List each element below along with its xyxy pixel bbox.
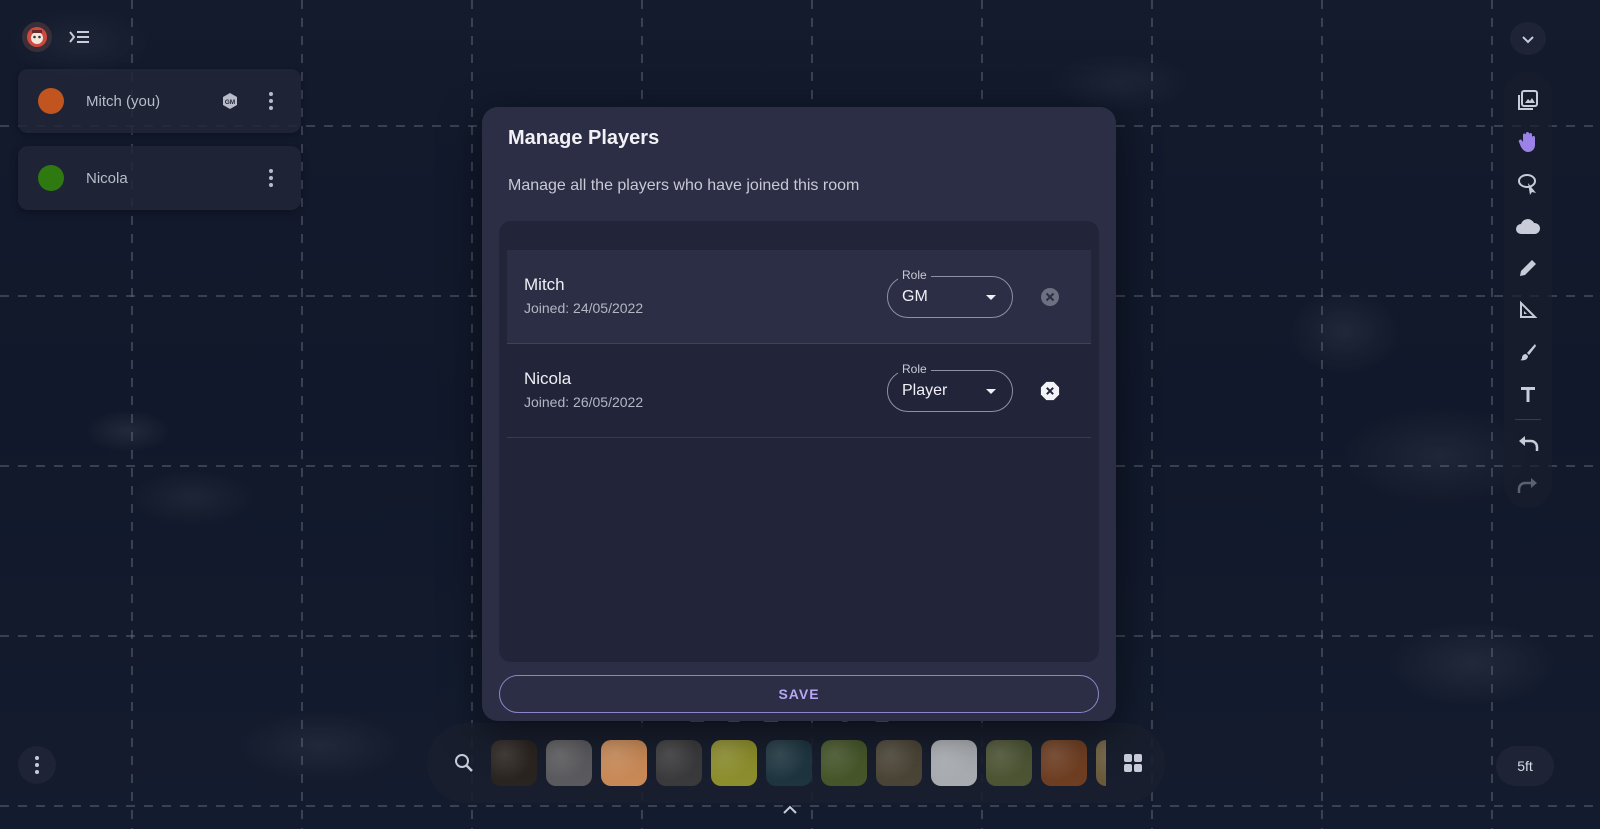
remove-player-icon <box>1040 287 1060 307</box>
player-options-icon[interactable] <box>261 166 281 190</box>
row-player-name: Mitch <box>524 275 565 294</box>
more-options-icon[interactable] <box>18 746 56 784</box>
row-joined-date: Joined: 26/05/2022 <box>524 394 644 410</box>
tile-swatch[interactable] <box>766 740 812 786</box>
svg-text:GM: GM <box>225 99 235 106</box>
tile-swatch[interactable] <box>491 740 537 786</box>
tile-swatch[interactable] <box>711 740 757 786</box>
right-toolbar <box>1504 22 1552 508</box>
players-list: Mitch Joined: 24/05/2022 Role GM Nicola … <box>499 221 1099 662</box>
text-icon[interactable] <box>1510 373 1546 415</box>
app-logo-icon[interactable] <box>22 22 52 52</box>
tile-swatch[interactable] <box>931 740 977 786</box>
hand-icon[interactable] <box>1510 121 1546 163</box>
player-color-dot[interactable] <box>38 88 64 114</box>
tile-swatch[interactable] <box>1041 740 1087 786</box>
list-item[interactable]: Nicola Joined: 26/05/2022 Role Player <box>507 344 1091 438</box>
tile-bar <box>427 723 1165 803</box>
dialog-title: Manage Players <box>508 127 660 149</box>
list-item[interactable]: Mitch Joined: 24/05/2022 Role GM <box>507 250 1091 344</box>
row-player-name: Nicola <box>524 369 572 388</box>
tile-swatch[interactable] <box>601 740 647 786</box>
brush-icon[interactable] <box>1510 331 1546 373</box>
manage-players-dialog: Manage Players Manage all the players wh… <box>482 107 1116 721</box>
player-color-dot[interactable] <box>38 165 64 191</box>
player-name: Nicola <box>86 169 128 187</box>
chevron-up-icon[interactable] <box>778 800 802 820</box>
tile-swatch[interactable] <box>656 740 702 786</box>
save-button[interactable]: SAVE <box>499 675 1099 713</box>
row-joined-date: Joined: 24/05/2022 <box>524 300 644 316</box>
player-name: Mitch (you) <box>86 92 161 110</box>
map-scale-button[interactable]: 5ft <box>1496 746 1554 786</box>
fog-cloud-icon[interactable] <box>1510 205 1546 247</box>
tile-swatch[interactable] <box>876 740 922 786</box>
search-icon[interactable] <box>445 744 483 782</box>
gm-badge-icon: GM <box>221 92 239 110</box>
undo-icon[interactable] <box>1510 424 1546 466</box>
lasso-pointer-icon[interactable] <box>1510 163 1546 205</box>
remove-player-icon[interactable] <box>1040 381 1060 401</box>
tool-panel <box>1504 71 1552 508</box>
player-options-icon[interactable] <box>261 89 281 113</box>
player-card-mitch[interactable]: Mitch (you) GM <box>18 69 301 133</box>
tile-swatch[interactable] <box>546 740 592 786</box>
tile-swatch[interactable] <box>821 740 867 786</box>
caret-down-icon <box>986 389 996 394</box>
caret-down-icon <box>986 295 996 300</box>
tile-list <box>491 740 1106 786</box>
toolbar-divider <box>1515 419 1541 420</box>
role-label: Role <box>898 362 931 376</box>
pencil-icon[interactable] <box>1510 247 1546 289</box>
role-select[interactable]: Role GM <box>887 268 1013 318</box>
role-label: Role <box>898 268 931 282</box>
role-select[interactable]: Role Player <box>887 362 1013 412</box>
tile-swatch[interactable] <box>1096 740 1106 786</box>
redo-icon[interactable] <box>1510 466 1546 508</box>
dialog-description: Manage all the players who have joined t… <box>508 177 860 194</box>
measure-icon[interactable] <box>1510 289 1546 331</box>
role-value: GM <box>902 288 928 305</box>
image-icon[interactable] <box>1510 79 1546 121</box>
player-card-nicola[interactable]: Nicola <box>18 146 301 210</box>
tile-swatch[interactable] <box>986 740 1032 786</box>
grid-view-icon[interactable] <box>1114 744 1152 782</box>
role-value: Player <box>902 382 948 399</box>
expand-menu-icon[interactable] <box>66 24 92 50</box>
collapse-toolbar-icon[interactable] <box>1510 22 1546 55</box>
